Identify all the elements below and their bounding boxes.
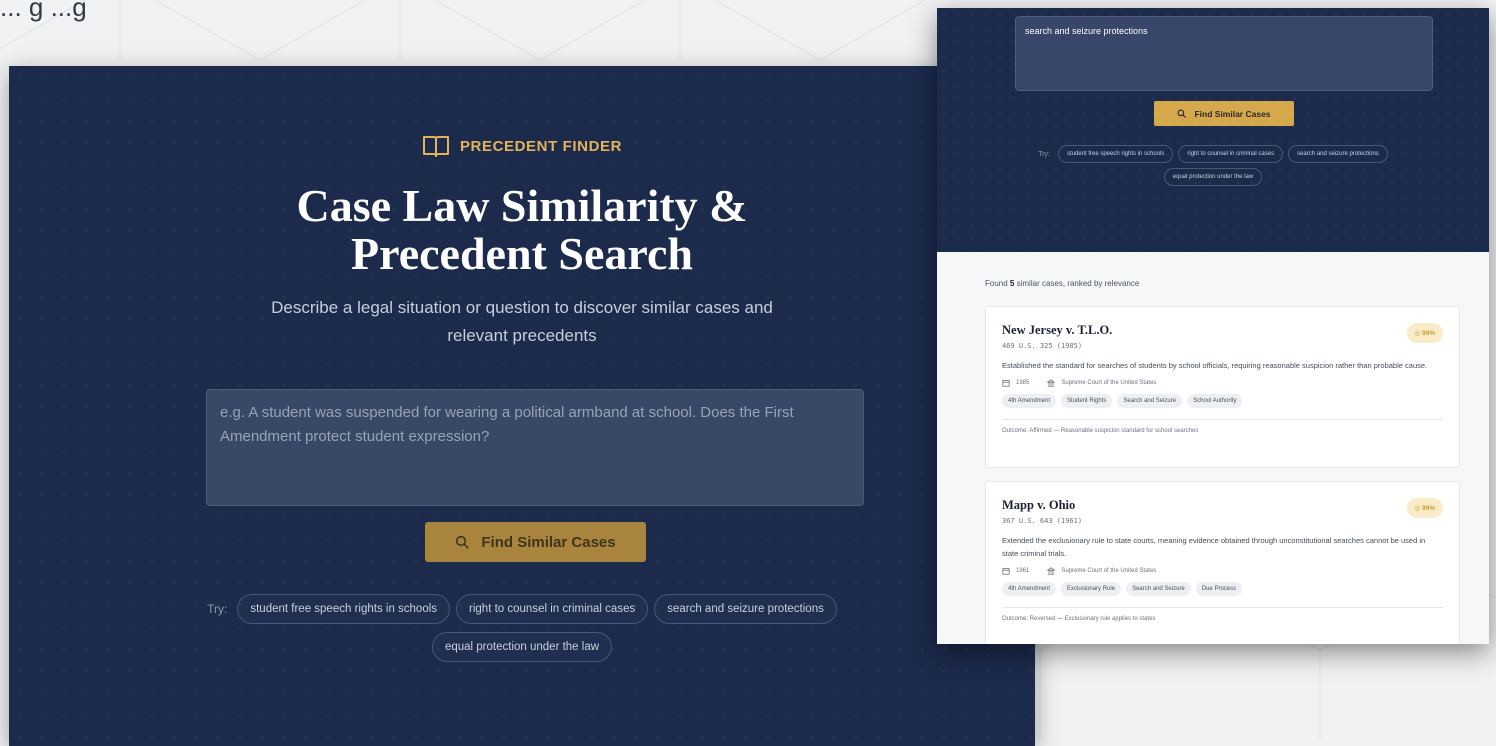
results-find-button-label: Find Similar Cases — [1194, 108, 1271, 119]
query-text: search and seizure protections — [1025, 26, 1148, 36]
results-chip-free-speech[interactable]: student free speech rights in schools — [1057, 145, 1174, 163]
case-title[interactable]: Mapp v. Ohio — [1002, 498, 1443, 513]
similarity-badge: ◎ 99% — [1406, 323, 1443, 343]
court-icon — [1047, 379, 1056, 387]
case-card[interactable]: Mapp v. Ohio 367 U.S. 643 (1961) ◎ 99% E… — [985, 481, 1460, 644]
landing-panel: PRECEDENT FINDER Case Law Similarity & P… — [9, 66, 1035, 746]
case-outcome: Outcome: Reversed — Exclusionary rule ap… — [1002, 616, 1156, 622]
results-suggestion-chips: Try: student free speech rights in schoo… — [937, 145, 1489, 186]
case-outcome: Outcome: Affirmed — Reasonable suspicion… — [1002, 428, 1199, 434]
case-tag: Due Process — [1195, 582, 1243, 596]
case-card[interactable]: New Jersey v. T.L.O. 469 U.S. 325 (1985)… — [985, 306, 1460, 468]
page-subtitle: Describe a legal situation or question t… — [271, 298, 773, 345]
page-title: Case Law Similarity & Precedent Search — [9, 182, 1035, 278]
results-chip-right-to-counsel[interactable]: right to counsel in criminal cases — [1178, 145, 1284, 163]
score-icon: ◎ — [1414, 505, 1421, 512]
case-year: 1985 — [1016, 380, 1030, 386]
find-similar-cases-button[interactable]: Find Similar Cases — [425, 522, 646, 562]
results-count-prefix: Found — [985, 279, 1008, 288]
court-icon — [1047, 567, 1056, 575]
brand: PRECEDENT FINDER — [9, 134, 1035, 158]
case-tags: 4th Amendment Student Rights Search and … — [1002, 394, 1443, 408]
book-icon — [422, 136, 449, 157]
case-divider — [1002, 607, 1443, 608]
case-tags: 4th Amendment Exclusionary Rule Search a… — [1002, 582, 1443, 596]
case-description-input[interactable]: e.g. A student was suspended for wearing… — [206, 389, 864, 506]
case-year: 1961 — [1016, 568, 1030, 574]
case-meta: 1961 Supreme Court of the United States — [1002, 567, 1443, 575]
case-tag: Student Rights — [1061, 394, 1113, 408]
case-summary: Extended the exclusionary rule to state … — [1002, 536, 1426, 558]
case-tag: School Authority — [1187, 394, 1243, 408]
brand-name: PRECEDENT FINDER — [459, 137, 623, 155]
calendar-icon — [1002, 380, 1010, 387]
results-count: 5 — [1009, 279, 1015, 288]
case-divider — [1002, 419, 1443, 420]
case-court: Supreme Court of the United States — [1061, 380, 1157, 386]
case-summary: Established the standard for searches of… — [1002, 361, 1428, 370]
search-placeholder: e.g. A student was suspended for wearing… — [220, 404, 794, 445]
similarity-score: 99% — [1421, 330, 1435, 337]
suggestion-chip-free-speech[interactable]: student free speech rights in schools — [237, 594, 451, 624]
results-find-button[interactable]: Find Similar Cases — [1154, 101, 1294, 126]
case-court: Supreme Court of the United States — [1061, 568, 1157, 574]
page-title-line-2: Precedent Search — [351, 228, 693, 279]
results-chip-equal-protection[interactable]: equal protection under the law — [1163, 168, 1263, 186]
results-chip-search-seizure[interactable]: search and seizure protections — [1288, 145, 1388, 163]
suggestion-chip-search-seizure[interactable]: search and seizure protections — [654, 594, 837, 624]
case-citation: 367 U.S. 643 (1961) — [1002, 517, 1083, 525]
find-button-label: Find Similar Cases — [481, 533, 616, 551]
calendar-icon — [1002, 568, 1010, 575]
page-title-line-1: Case Law Similarity & — [296, 180, 748, 231]
score-icon: ◎ — [1414, 330, 1421, 337]
results-count-suffix: similar cases, ranked by relevance — [1016, 279, 1140, 288]
try-label: Try: — [207, 602, 228, 616]
partial-heading-fragment: ... g ...g — [0, 0, 87, 22]
case-tag: 4th Amendment — [1002, 394, 1057, 408]
case-tag: 4th Amendment — [1002, 582, 1057, 596]
suggestion-chip-equal-protection[interactable]: equal protection under the law — [431, 632, 613, 662]
similarity-badge: ◎ 99% — [1406, 498, 1443, 518]
case-tag: Exclusionary Rule — [1061, 582, 1122, 596]
results-panel: search and seizure protections Find Simi… — [937, 8, 1489, 644]
suggestion-chips: Try: student free speech rights in schoo… — [9, 594, 1035, 662]
search-icon — [456, 535, 469, 549]
case-tag: Search and Seizure — [1126, 582, 1191, 596]
case-tag: Search and Seizure — [1117, 394, 1183, 408]
suggestion-chip-right-to-counsel[interactable]: right to counsel in criminal cases — [456, 594, 649, 624]
query-input[interactable]: search and seizure protections — [1015, 16, 1433, 91]
results-count-line: Found 5 similar cases, ranked by relevan… — [985, 279, 1139, 288]
case-citation: 469 U.S. 325 (1985) — [1002, 342, 1083, 350]
case-meta: 1985 Supreme Court of the United States — [1002, 379, 1443, 387]
results-try-label: Try: — [1038, 150, 1050, 158]
search-icon — [1177, 109, 1187, 118]
results-header: search and seizure protections Find Simi… — [937, 8, 1489, 252]
case-title[interactable]: New Jersey v. T.L.O. — [1002, 323, 1443, 338]
similarity-score: 99% — [1421, 505, 1435, 512]
